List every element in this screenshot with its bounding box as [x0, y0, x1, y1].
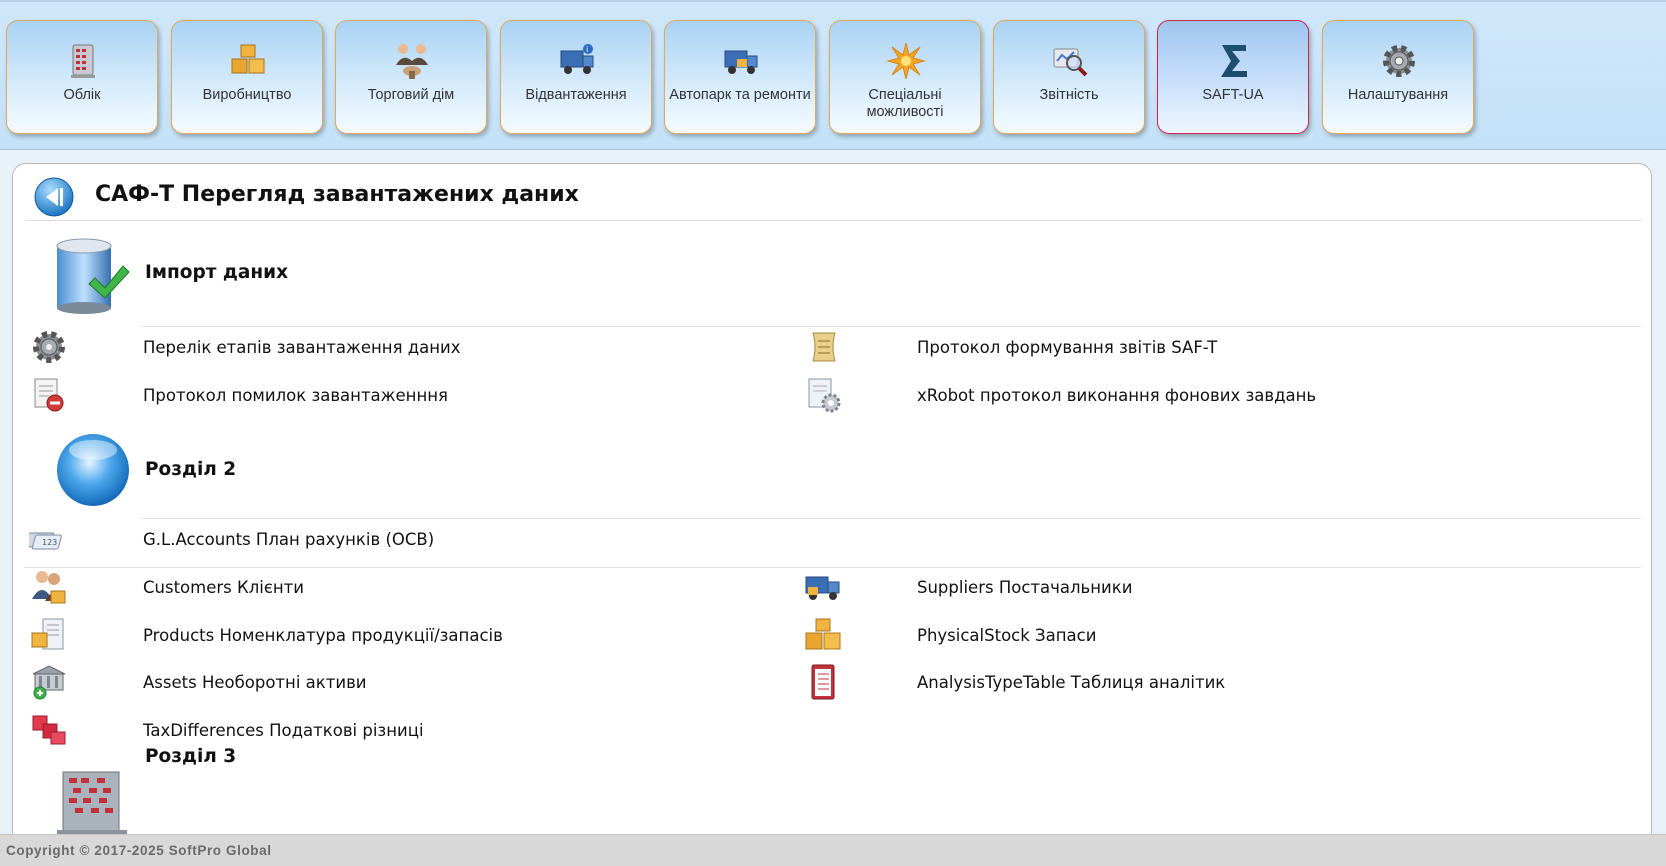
- page-title: САФ-Т Перегляд завантажених даних: [95, 182, 579, 207]
- list-item-load-stages[interactable]: Перелік етапів завантаження даних: [29, 327, 789, 367]
- list-item-label: Customers Клієнти: [143, 578, 305, 597]
- divider: [25, 220, 1641, 221]
- sigma-icon: [1221, 45, 1247, 77]
- starburst-icon: [886, 42, 926, 80]
- tab-nalashtuvannia[interactable]: Налаштування: [1322, 20, 1474, 134]
- section-title-rozdil-3: Розділ 3: [145, 746, 237, 767]
- assets-icon: [32, 665, 66, 700]
- list-item-label: AnalysisTypeTable Таблиця аналітик: [917, 673, 1226, 692]
- products-icon: [31, 618, 64, 650]
- footer: Copyright © 2017-2025 SoftPro Global: [0, 834, 1666, 866]
- boxes-icon: [231, 44, 265, 74]
- section-title-rozdil-2: Розділ 2: [145, 459, 237, 480]
- list-item-label: Suppliers Постачальники: [917, 578, 1133, 597]
- blue-sphere-icon: [57, 434, 129, 506]
- tab-label: Звітність: [1039, 87, 1099, 103]
- tab-label: Облік: [63, 87, 101, 103]
- list-item-xrobot-protocol[interactable]: xRobot протокол виконання фонових завдан…: [803, 375, 1603, 415]
- list-item-label: PhysicalStock Запаси: [917, 626, 1097, 645]
- list-item-load-errors[interactable]: Протокол помилок завантаженння: [29, 375, 789, 415]
- list-item-label: Assets Необоротні активи: [143, 673, 367, 692]
- list-item-assets[interactable]: Assets Необоротні активи: [29, 662, 789, 702]
- svg-text:i: i: [586, 45, 588, 54]
- delivery-truck-icon: i: [560, 44, 594, 74]
- tab-oblik[interactable]: Облік: [6, 20, 158, 134]
- list-item-products[interactable]: Products Номенклатура продукції/запасів: [29, 615, 789, 655]
- error-document-icon: [34, 378, 64, 412]
- tab-vyrobnytstvo[interactable]: Виробництво: [171, 20, 323, 134]
- truck-icon: [724, 50, 758, 74]
- report-magnifier-icon: [1053, 48, 1088, 77]
- list-item-tax-differences[interactable]: TaxDifferences Податкові різниці: [29, 710, 789, 750]
- list-item-physical-stock[interactable]: PhysicalStock Запаси: [803, 615, 1603, 655]
- list-item-label: xRobot протокол виконання фонових завдан…: [917, 386, 1317, 405]
- accounts-cards-icon: 123: [29, 532, 62, 550]
- list-item-label: Products Номенклатура продукції/запасів: [143, 626, 503, 645]
- tab-label: SAFT-UA: [1202, 87, 1264, 103]
- tab-saft-ua[interactable]: SAFT-UA: [1157, 20, 1309, 134]
- tab-label: Автопарк та ремонти: [669, 87, 811, 103]
- list-item-suppliers[interactable]: Suppliers Постачальники: [803, 567, 1603, 607]
- checklist-icon: [811, 664, 835, 700]
- list-item-gl-accounts[interactable]: 123 G.L.Accounts План рахунків (ОСВ): [29, 519, 1629, 559]
- section-title-import: Імпорт даних: [145, 262, 289, 283]
- tab-vidvantazhennia[interactable]: i Відвантаження: [500, 20, 652, 134]
- list-item-label: Протокол формування звітів SAF-T: [917, 338, 1218, 357]
- list-item-label: Протокол помилок завантаженння: [143, 386, 448, 405]
- tab-label: Налаштування: [1347, 87, 1449, 103]
- tab-avtopark[interactable]: Автопарк та ремонти: [664, 20, 816, 134]
- list-item-label: G.L.Accounts План рахунків (ОСВ): [143, 530, 435, 549]
- scroll-icon: [812, 332, 836, 362]
- copyright-text: Copyright © 2017-2025 SoftPro Global: [6, 843, 272, 858]
- red-cubes-icon: [32, 715, 66, 745]
- gear-icon: [33, 331, 65, 363]
- main-panel: САФ-Т Перегляд завантажених даних Імпорт…: [12, 163, 1652, 843]
- list-item-label: Перелік етапів завантаження даних: [143, 338, 461, 357]
- list-item-analysis-type-table[interactable]: AnalysisTypeTable Таблиця аналітик: [803, 662, 1603, 702]
- truck-icon: [805, 576, 840, 600]
- boxes-icon: [805, 618, 841, 650]
- tab-label: Торговий дім: [367, 87, 455, 103]
- list-item-saft-report-protocol[interactable]: Протокол формування звітів SAF-T: [803, 327, 1603, 367]
- ledger-icon: [71, 44, 95, 78]
- abacus-icon: [57, 771, 127, 838]
- tab-label: Виробництво: [202, 87, 292, 103]
- top-navigation-bar: Облік Виробництво Торговий дім i Відвант…: [0, 0, 1666, 150]
- database-import-icon: [56, 238, 130, 314]
- tab-torhovyi-dim[interactable]: Торговий дім: [335, 20, 487, 134]
- list-item-customers[interactable]: Customers Клієнти: [29, 567, 789, 607]
- tab-zvitnist[interactable]: Звітність: [993, 20, 1145, 134]
- tab-label: Спеціальні можливості: [866, 87, 944, 120]
- tab-spetsialni-mozhlyvosti[interactable]: Спеціальні можливості: [829, 20, 981, 134]
- list-item-label: TaxDifferences Податкові різниці: [143, 721, 424, 740]
- tab-label: Відвантаження: [525, 87, 627, 103]
- handshake-people-icon: [396, 44, 428, 79]
- back-arrow-icon[interactable]: [33, 176, 75, 218]
- svg-text:123: 123: [42, 538, 57, 547]
- robot-document-icon: [808, 378, 841, 413]
- gear-icon: [1383, 45, 1415, 77]
- customers-icon: [32, 571, 66, 604]
